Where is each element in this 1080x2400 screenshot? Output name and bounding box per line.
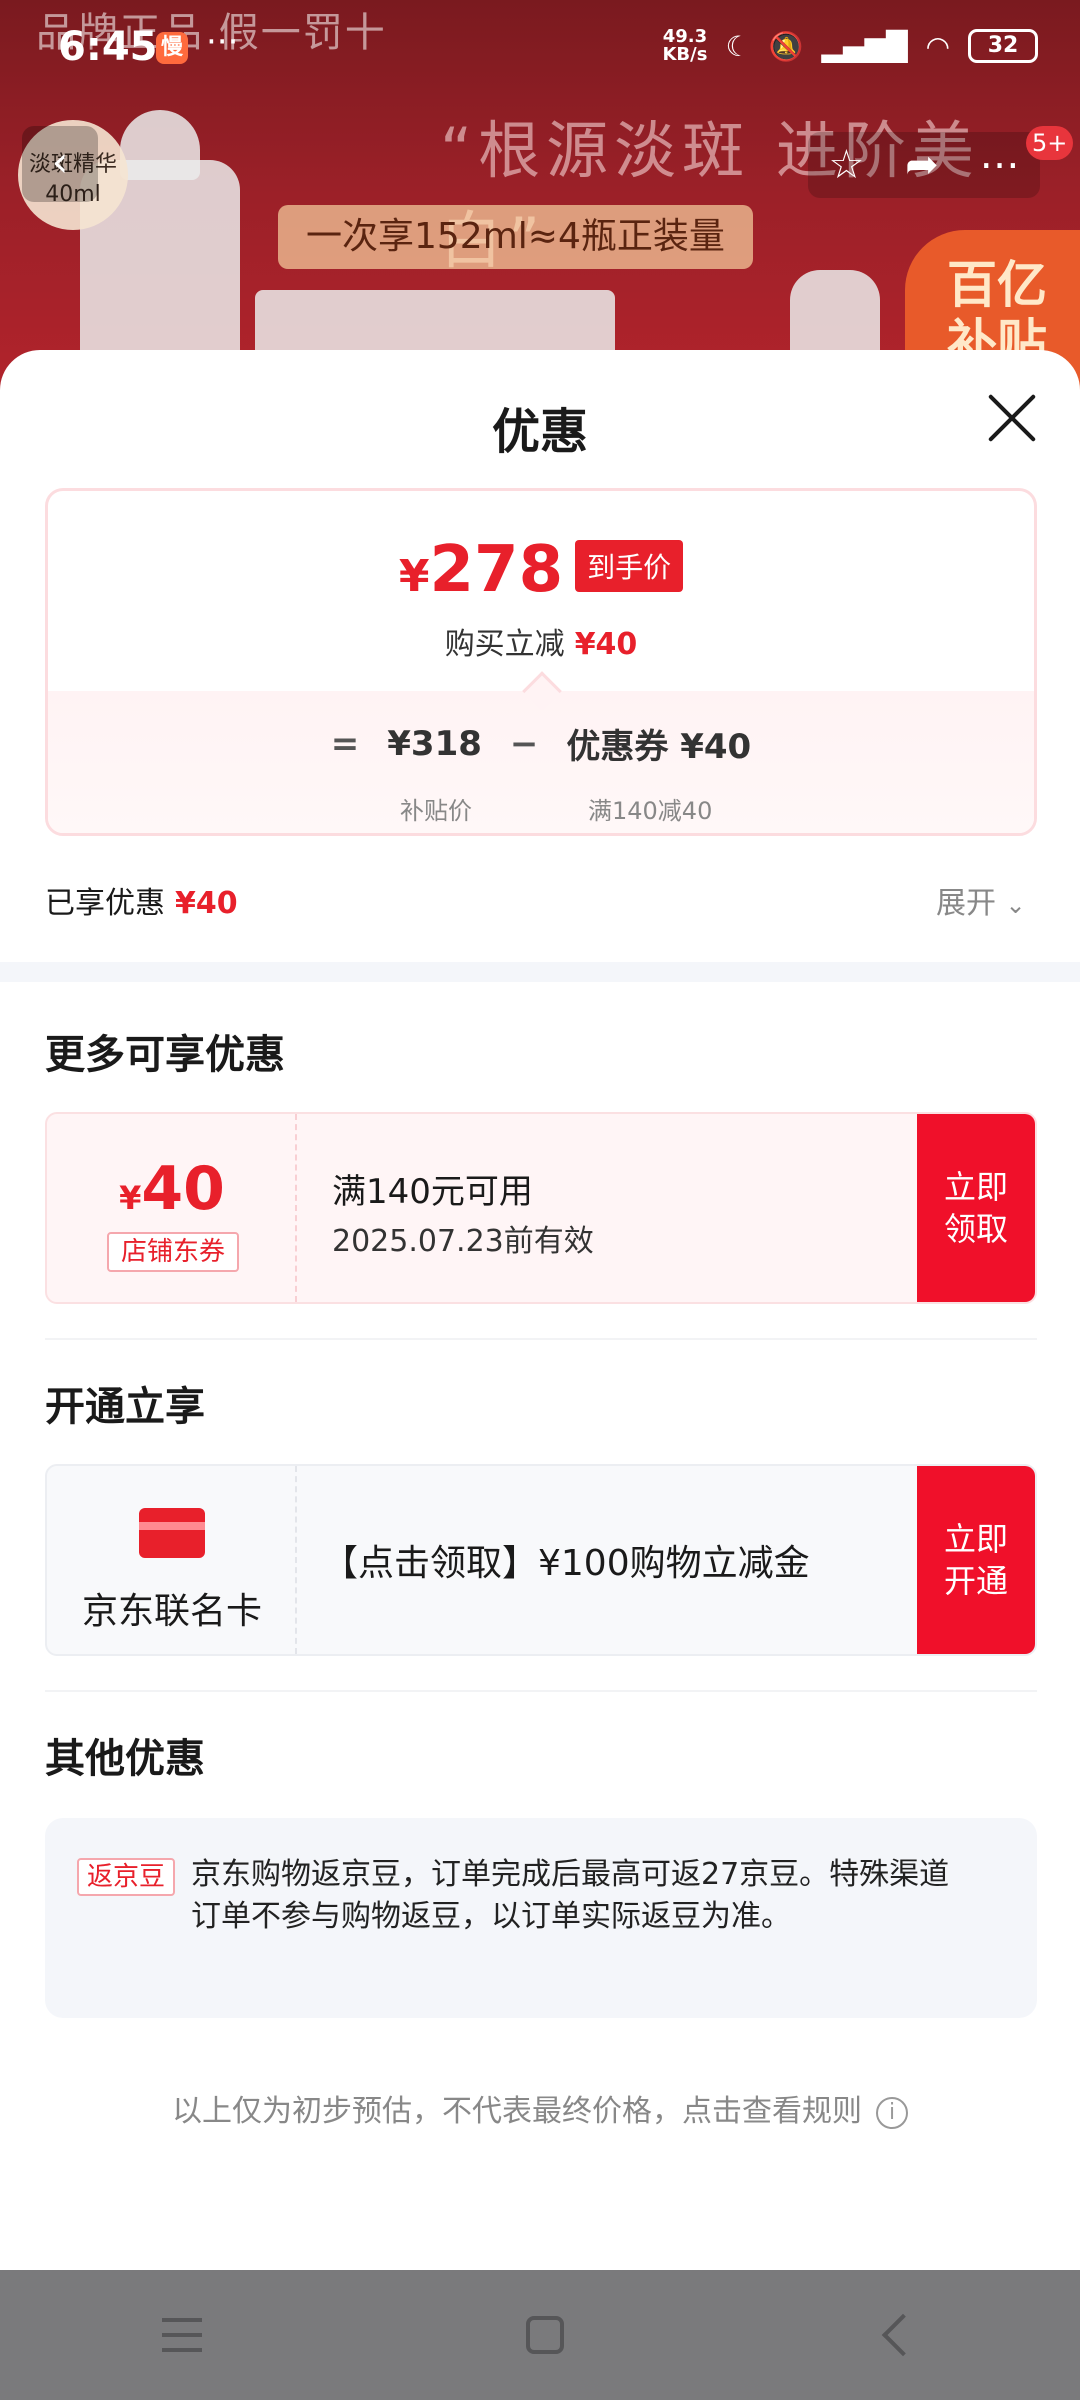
coupon-kind-badge: 店铺东券 — [107, 1232, 239, 1272]
more-offers-title: 更多可享优惠 — [45, 1032, 285, 1078]
cobrand-card-offer[interactable]: 京东联名卡 【点击领取】¥100购物立减金 立即 开通 — [45, 1464, 1037, 1656]
other-offers-title: 其他优惠 — [45, 1736, 205, 1782]
claim-button-line1: 立即 — [943, 1168, 1008, 1206]
banner-subslogan: 一次享152ml≈4瓶正装量 — [278, 205, 753, 269]
minus-sign: − — [509, 723, 539, 764]
subsidy-badge-line1: 百亿 — [947, 256, 1047, 314]
mute-icon: 🔕 — [768, 29, 804, 63]
expand-label: 展开 — [936, 886, 996, 921]
price-formula: = ¥318 − 优惠券 ¥40 — [48, 719, 1034, 768]
section-gap — [0, 962, 1080, 982]
discount-sheet: 优惠 ¥278 到手价 购买立减 ¥40 = ¥318 − 优惠券 ¥40 补贴价 … — [0, 350, 1080, 2270]
enjoyed-discount: 已享优惠 ¥40 — [45, 878, 238, 922]
battery-icon: 32 — [968, 29, 1038, 63]
subsidy-price: ¥318 — [387, 723, 482, 764]
final-price-value: 278 — [429, 533, 564, 607]
system-nav-bar — [0, 2270, 1080, 2400]
open-button-line2: 开通 — [943, 1562, 1008, 1600]
subsidy-price-caption: 补贴价 — [400, 797, 472, 825]
coupon-amount: ¥40 — [47, 1154, 297, 1224]
enjoyed-discount-value: ¥40 — [175, 886, 238, 921]
signal-icon: ▂▄▆█ — [821, 29, 908, 63]
back-button[interactable]: ‹ — [22, 126, 98, 202]
coupon-discount: 优惠券 ¥40 — [566, 727, 752, 767]
jingdou-rebate-card: 返京豆 京东购物返京豆，订单完成后最高可返27京豆。特殊渠道订单不参与购物返豆，… — [45, 1818, 1037, 2018]
instant-reduction: 购买立减 ¥40 — [48, 619, 1034, 663]
coupon-value: 40 — [141, 1154, 225, 1224]
card-promo-text: 【点击领取】¥100购物立减金 — [322, 1543, 810, 1584]
enjoyed-discount-label: 已享优惠 — [45, 886, 165, 921]
status-bar: 6:45 慢 ··· 49.3 KB/s ☾ 🔕 ▂▄▆█ ◠ 32 — [0, 0, 1080, 100]
top-action-bar: ☆ ➦ ⋯ — [808, 132, 1040, 198]
more-notifications-icon: ··· — [206, 22, 239, 62]
chevron-down-icon: ⌄ — [1005, 891, 1026, 919]
menu-icon[interactable] — [162, 2318, 202, 2352]
claim-coupon-button[interactable]: 立即 领取 — [917, 1114, 1035, 1302]
wifi-icon: ◠ — [925, 29, 950, 63]
notification-count-badge: 5+ — [1026, 126, 1074, 160]
status-time: 6:45 — [58, 24, 158, 70]
final-price-tag: 到手价 — [575, 540, 684, 592]
more-options-icon[interactable]: ⋯ — [980, 142, 1020, 188]
instant-reduction-label: 购买立减 — [444, 627, 565, 662]
price-disclaimer-link[interactable]: 以上仅为初步预估，不代表最终价格，点击查看规则 i — [0, 2086, 1080, 2130]
equals-sign: = — [330, 723, 360, 764]
credit-card-icon — [139, 1508, 205, 1558]
price-breakdown-card: ¥278 到手价 购买立减 ¥40 = ¥318 − 优惠券 ¥40 补贴价 满14… — [45, 488, 1037, 836]
moon-icon: ☾ — [725, 29, 751, 63]
sheet-title: 优惠 — [491, 404, 588, 460]
divider — [45, 1690, 1037, 1692]
share-icon[interactable]: ➦ — [905, 142, 939, 188]
instant-reduction-value: ¥40 — [574, 627, 638, 662]
back-arrow-icon: ‹ — [51, 137, 69, 186]
home-icon[interactable] — [526, 2316, 564, 2354]
app-notification-icon: 慢 — [156, 32, 188, 64]
final-price-currency: ¥ — [398, 551, 430, 602]
info-icon: i — [876, 2097, 908, 2129]
disclaimer-text: 以上仅为初步预估，不代表最终价格，点击查看规则 — [172, 2094, 862, 2129]
coupon-currency: ¥ — [119, 1179, 142, 1217]
open-card-button[interactable]: 立即 开通 — [917, 1466, 1035, 1654]
final-price: ¥278 到手价 — [48, 533, 1034, 607]
favorite-star-icon[interactable]: ☆ — [828, 142, 864, 188]
store-coupon-card[interactable]: ¥40 店铺东券 满140元可用 2025.07.23前有效 立即 领取 — [45, 1112, 1037, 1304]
claim-button-line2: 领取 — [943, 1210, 1008, 1248]
open-button-line1: 立即 — [943, 1520, 1008, 1558]
open-benefit-title: 开通立享 — [45, 1384, 205, 1430]
coupon-condition: 满140元可用 — [332, 1172, 533, 1212]
network-speed: 49.3 KB/s — [662, 28, 707, 64]
close-icon[interactable] — [984, 390, 1040, 446]
divider — [45, 1338, 1037, 1340]
back-icon[interactable] — [881, 2313, 925, 2357]
expand-button[interactable]: 展开 ⌄ — [936, 878, 1026, 922]
status-right: 49.3 KB/s ☾ 🔕 ▂▄▆█ ◠ 32 — [662, 28, 1038, 64]
jingdou-tag: 返京豆 — [77, 1858, 176, 1896]
network-speed-unit: KB/s — [662, 44, 708, 65]
jingdou-rebate-text: 京东购物返京豆，订单完成后最高可返27京豆。特殊渠道订单不参与购物返豆，以订单实… — [191, 1857, 950, 1934]
coupon-validity: 2025.07.23前有效 — [332, 1224, 594, 1259]
card-name: 京东联名卡 — [81, 1591, 262, 1632]
coupon-discount-caption: 满140减40 — [588, 797, 713, 825]
